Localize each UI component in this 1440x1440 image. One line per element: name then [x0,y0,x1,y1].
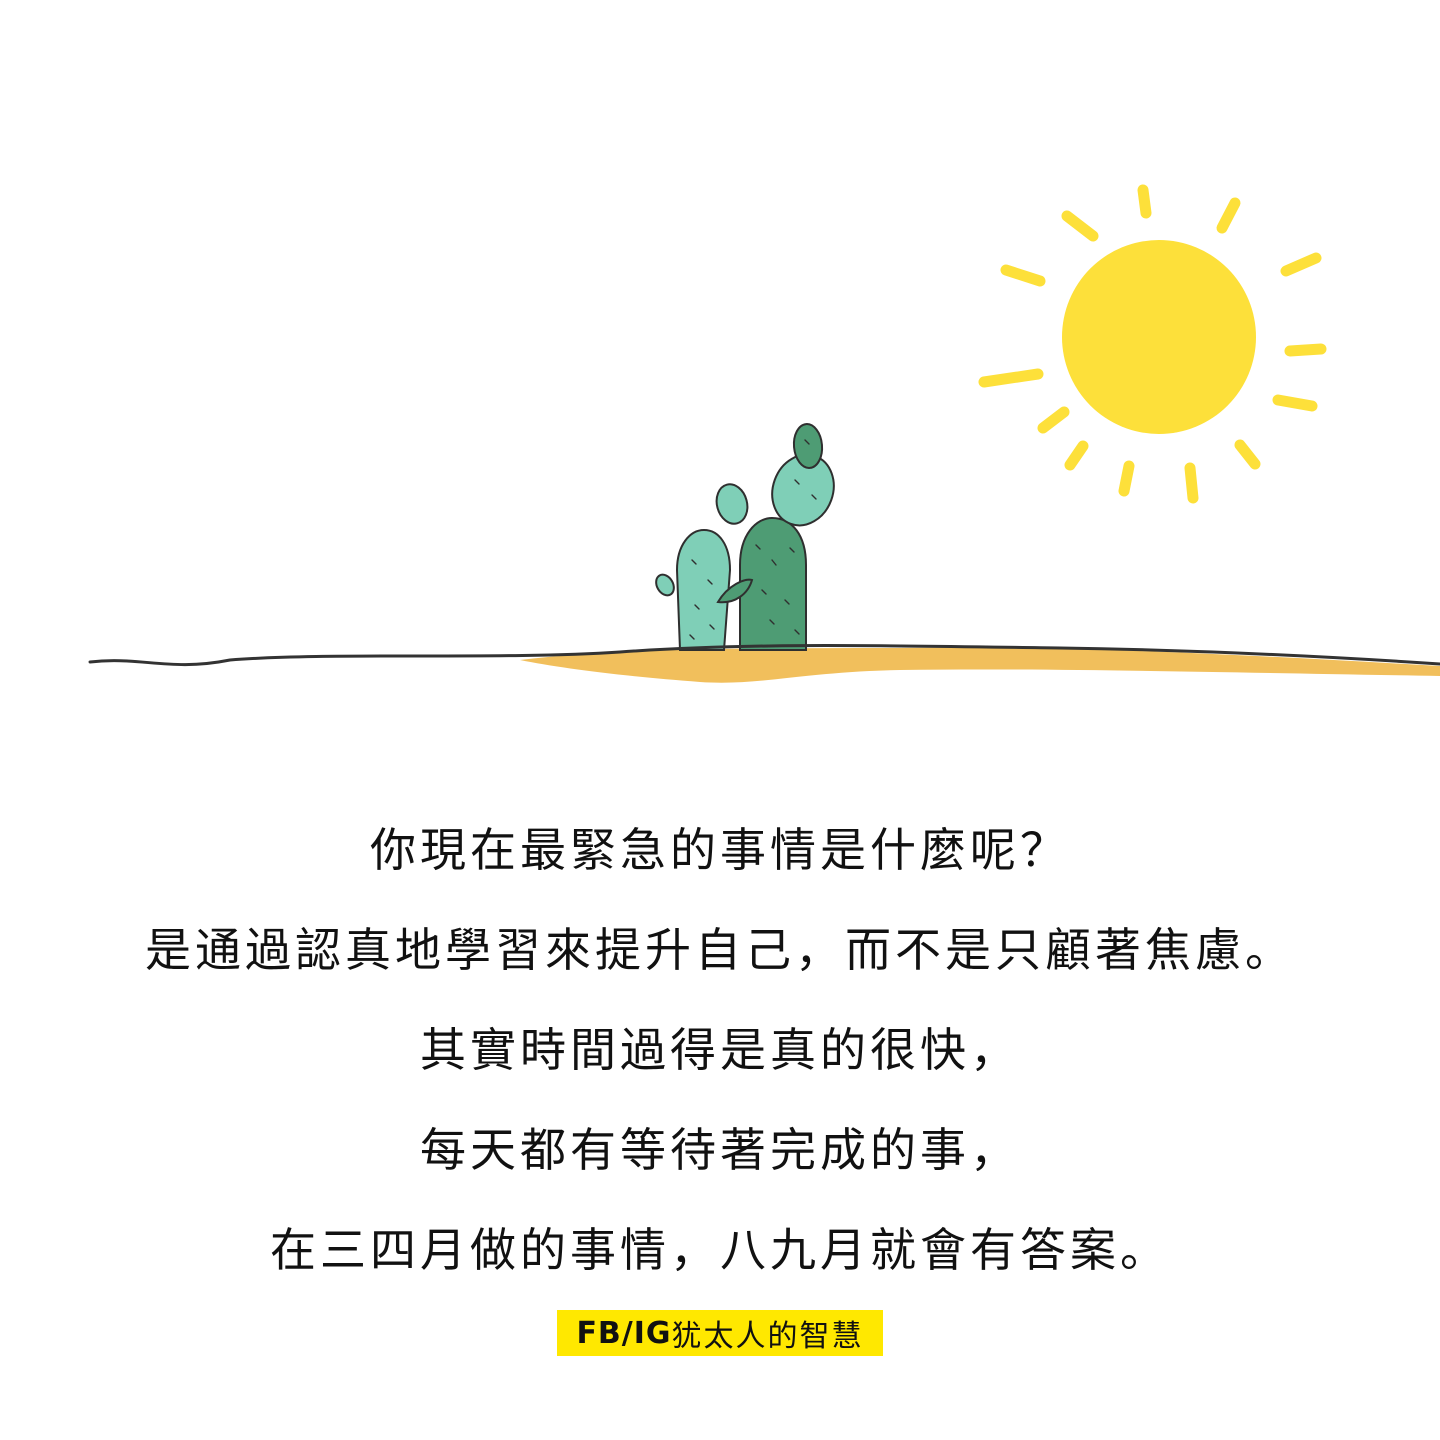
sand-shape [520,647,1440,683]
quote-line-5: 在三四月做的事情，八九月就會有答案。 [270,1223,1170,1277]
source-tag-name: 犹太人的智慧 [671,1319,864,1354]
source-tag: FB/IG 犹太人的智慧 [557,1310,883,1356]
quote-line-1: 你現在最緊急的事情是什麼呢？ [370,823,1070,877]
quote-line-2: 是通過認真地學習來提升自己，而不是只顧著焦慮。 [145,923,1295,977]
quote-line-4: 每天都有等待著完成的事， [420,1123,1020,1177]
cactus-icon [655,423,835,651]
source-tag-prefix: FB/IG [576,1315,672,1351]
sun-icon [978,184,1327,504]
desert-illustration [88,184,1440,683]
quote-line-3: 其實時間過得是真的很快， [420,1023,1020,1077]
quote-text: 你現在最緊急的事情是什麼呢？ 是通過認真地學習來提升自己，而不是只顧著焦慮。 其… [0,800,1440,1300]
